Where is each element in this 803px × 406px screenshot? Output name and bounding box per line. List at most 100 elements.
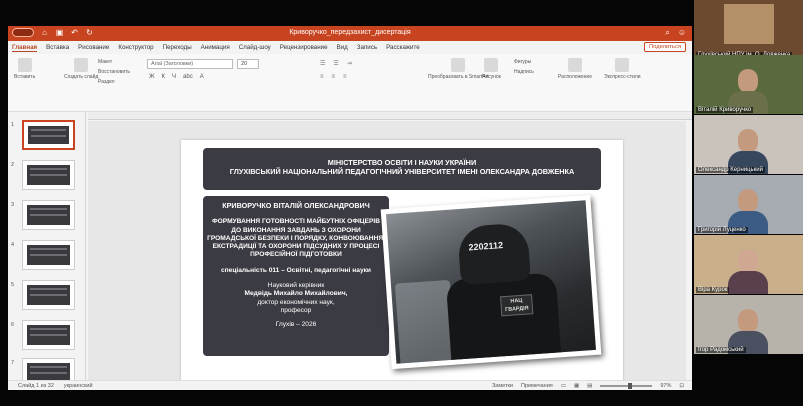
align-center-icon[interactable]: ≡ — [332, 74, 336, 80]
slide-editing-area: МІНІСТЕРСТВО ОСВІТИ І НАУКИ УКРАЇНИ ГЛУХ… — [88, 121, 686, 387]
slide-thumbnail[interactable] — [22, 160, 75, 190]
thumb-number: 1 — [11, 122, 15, 128]
thumb-number: 4 — [11, 242, 15, 248]
menu-bar: Главная Вставка Рисование Конструктор Пе… — [8, 41, 692, 54]
tab-home[interactable]: Главная — [12, 44, 38, 52]
italic-button[interactable]: К — [162, 74, 166, 80]
participant-tile[interactable]: Глухівський НПУ ім. О. Довженка — [694, 0, 803, 59]
slide-thumbnail[interactable] — [22, 120, 75, 150]
thumb-number: 5 — [11, 282, 15, 288]
participant-tile[interactable]: Віталій Криворучко — [694, 55, 803, 114]
slide-thumbnail[interactable] — [22, 280, 75, 310]
horizontal-ruler — [88, 112, 692, 120]
share-button[interactable]: Поделиться — [643, 42, 686, 52]
comments-button[interactable]: Примечания — [521, 383, 553, 389]
section-button[interactable]: Раздел — [98, 77, 130, 87]
normal-view-icon[interactable]: ▭ — [561, 383, 566, 389]
tab-view[interactable]: Вид — [337, 44, 348, 51]
speciality-text: спеціальність 011 – Освітні, педагогічні… — [221, 266, 371, 274]
participant-name: Григорій Луценко — [696, 227, 748, 233]
participant-name: Олександр Керницький — [696, 167, 766, 173]
fit-slide-icon[interactable]: ⊡ — [679, 383, 684, 389]
dissertation-topic: ФОРМУВАННЯ ГОТОВНОСТІ МАЙБУТНІХ ОФІЦЕРІВ… — [207, 218, 385, 259]
picture-icon — [484, 58, 499, 72]
tab-animations[interactable]: Анимация — [201, 44, 230, 51]
layout-button[interactable]: Макет — [98, 57, 130, 67]
building-image — [724, 4, 774, 44]
arrange-icon — [568, 58, 582, 72]
paragraph-row-2: ≡ ≡ ≡ — [320, 74, 347, 80]
align-right-icon[interactable]: ≡ — [343, 74, 347, 80]
zoom-slider[interactable] — [600, 383, 653, 389]
thumb-number: 7 — [11, 360, 15, 366]
sorter-view-icon[interactable]: ▦ — [574, 383, 579, 389]
participant-tile[interactable]: Ігор Радомський — [694, 295, 803, 354]
tab-draw[interactable]: Рисование — [78, 44, 109, 51]
arrange-button[interactable]: Расположение — [558, 58, 592, 80]
tab-review[interactable]: Рецензирование — [280, 44, 328, 51]
participant-name: Ігор Радомський — [696, 347, 746, 353]
picture-button[interactable]: Рисунок — [482, 58, 501, 80]
slide-counter: Слайд 1 из 32 — [18, 383, 54, 389]
smartart-icon — [451, 58, 466, 72]
ribbon: Вставить Создать слайд Макет Восстановит… — [8, 54, 692, 112]
zoom-level[interactable]: 97% — [660, 383, 671, 389]
supervisor-degree: доктор економічних наук, — [257, 298, 335, 306]
new-slide-icon — [74, 58, 89, 72]
align-left-icon[interactable]: ≡ — [320, 74, 324, 80]
bullets-icon[interactable]: ☰ — [320, 60, 325, 67]
textbox-button[interactable]: Надпись — [514, 67, 534, 77]
participant-tile[interactable]: Олександр Керницький — [694, 115, 803, 174]
screen: ⌂ ▣ ↶ ↻ Криворучко_передзахист_дисертаці… — [0, 0, 803, 406]
underline-button[interactable]: Ч — [172, 74, 176, 80]
content-box[interactable]: КРИВОРУЧКО ВІТАЛІЙ ОЛЕКСАНДРОВИЧ ФОРМУВА… — [203, 196, 389, 356]
shapes-button[interactable]: Фигуры — [514, 57, 534, 67]
numbering-icon[interactable]: ☰ — [333, 60, 338, 67]
convert-smartart-button[interactable]: Преобразовать в SmartArt — [428, 58, 489, 80]
reset-button[interactable]: Восстановить — [98, 67, 130, 77]
quick-styles-button[interactable]: Экспресс-стили — [604, 58, 641, 80]
slide-thumbnail[interactable] — [22, 200, 75, 230]
bold-button[interactable]: Ж — [149, 74, 155, 80]
uniform-patch: НАЦ ГВАРДІЯ — [500, 294, 534, 317]
font-color-button[interactable]: A — [200, 74, 204, 80]
paste-button[interactable]: Вставить — [14, 58, 35, 80]
slide-thumbnail[interactable] — [22, 240, 75, 270]
participant-tile[interactable]: Григорій Луценко — [694, 175, 803, 234]
paste-icon — [17, 58, 32, 72]
slide-thumbnail[interactable] — [22, 320, 75, 350]
tab-design[interactable]: Конструктор — [118, 44, 153, 51]
supervisor-name: Медвідь Михайло Михайлович, — [244, 290, 348, 298]
tab-insert[interactable]: Вставка — [46, 44, 69, 51]
reading-view-icon[interactable]: ▤ — [587, 383, 592, 389]
header-box[interactable]: МІНІСТЕРСТВО ОСВІТИ І НАУКИ УКРАЇНИ ГЛУХ… — [203, 148, 601, 190]
font-size-select[interactable]: 20 — [237, 59, 259, 69]
participants-panel: Глухівський НПУ ім. О. Довженка Віталій … — [692, 0, 803, 406]
search-icon[interactable]: ⌕ — [665, 28, 669, 38]
ministry-text: МІНІСТЕРСТВО ОСВІТИ І НАУКИ УКРАЇНИ — [327, 158, 477, 167]
notes-button[interactable]: Заметки — [492, 383, 513, 389]
tab-slideshow[interactable]: Слайд-шоу — [239, 44, 271, 51]
tab-tell-me[interactable]: Расскажите — [386, 44, 420, 51]
powerpoint-window: ⌂ ▣ ↶ ↻ Криворучко_передзахист_дисертаці… — [8, 26, 692, 390]
indent-icon[interactable]: ⇥ — [347, 60, 352, 67]
place-year: Глухів – 2026 — [275, 321, 317, 329]
feedback-icon[interactable]: ☺ — [678, 28, 686, 38]
paragraph-row-1: ☰ ☰ ⇥ — [320, 60, 352, 67]
font-name-select[interactable]: Arial (Заголовки) — [147, 59, 233, 69]
participant-video — [728, 243, 768, 294]
soldier-photo[interactable]: 2202112 НАЦ ГВАРДІЯ — [380, 194, 602, 370]
language-indicator[interactable]: украинский — [64, 383, 93, 389]
strike-button[interactable]: abc — [183, 74, 193, 80]
participant-name: Віра Курок — [696, 287, 730, 293]
soldier-body — [445, 272, 562, 364]
current-slide[interactable]: МІНІСТЕРСТВО ОСВІТИ І НАУКИ УКРАЇНИ ГЛУХ… — [181, 140, 623, 387]
format-row: Ж К Ч abc A — [149, 74, 204, 80]
tab-transitions[interactable]: Переходы — [163, 44, 192, 51]
author-name: КРИВОРУЧКО ВІТАЛІЙ ОЛЕКСАНДРОВИЧ — [222, 201, 370, 210]
tab-record[interactable]: Запись — [357, 44, 377, 51]
participant-tile[interactable]: Віра Курок — [694, 235, 803, 294]
university-text: ГЛУХІВСЬКИЙ НАЦІОНАЛЬНИЙ ПЕДАГОГІЧНИЙ УН… — [229, 167, 575, 176]
new-slide-button[interactable]: Создать слайд — [64, 58, 98, 80]
quick-styles-icon — [615, 58, 630, 72]
